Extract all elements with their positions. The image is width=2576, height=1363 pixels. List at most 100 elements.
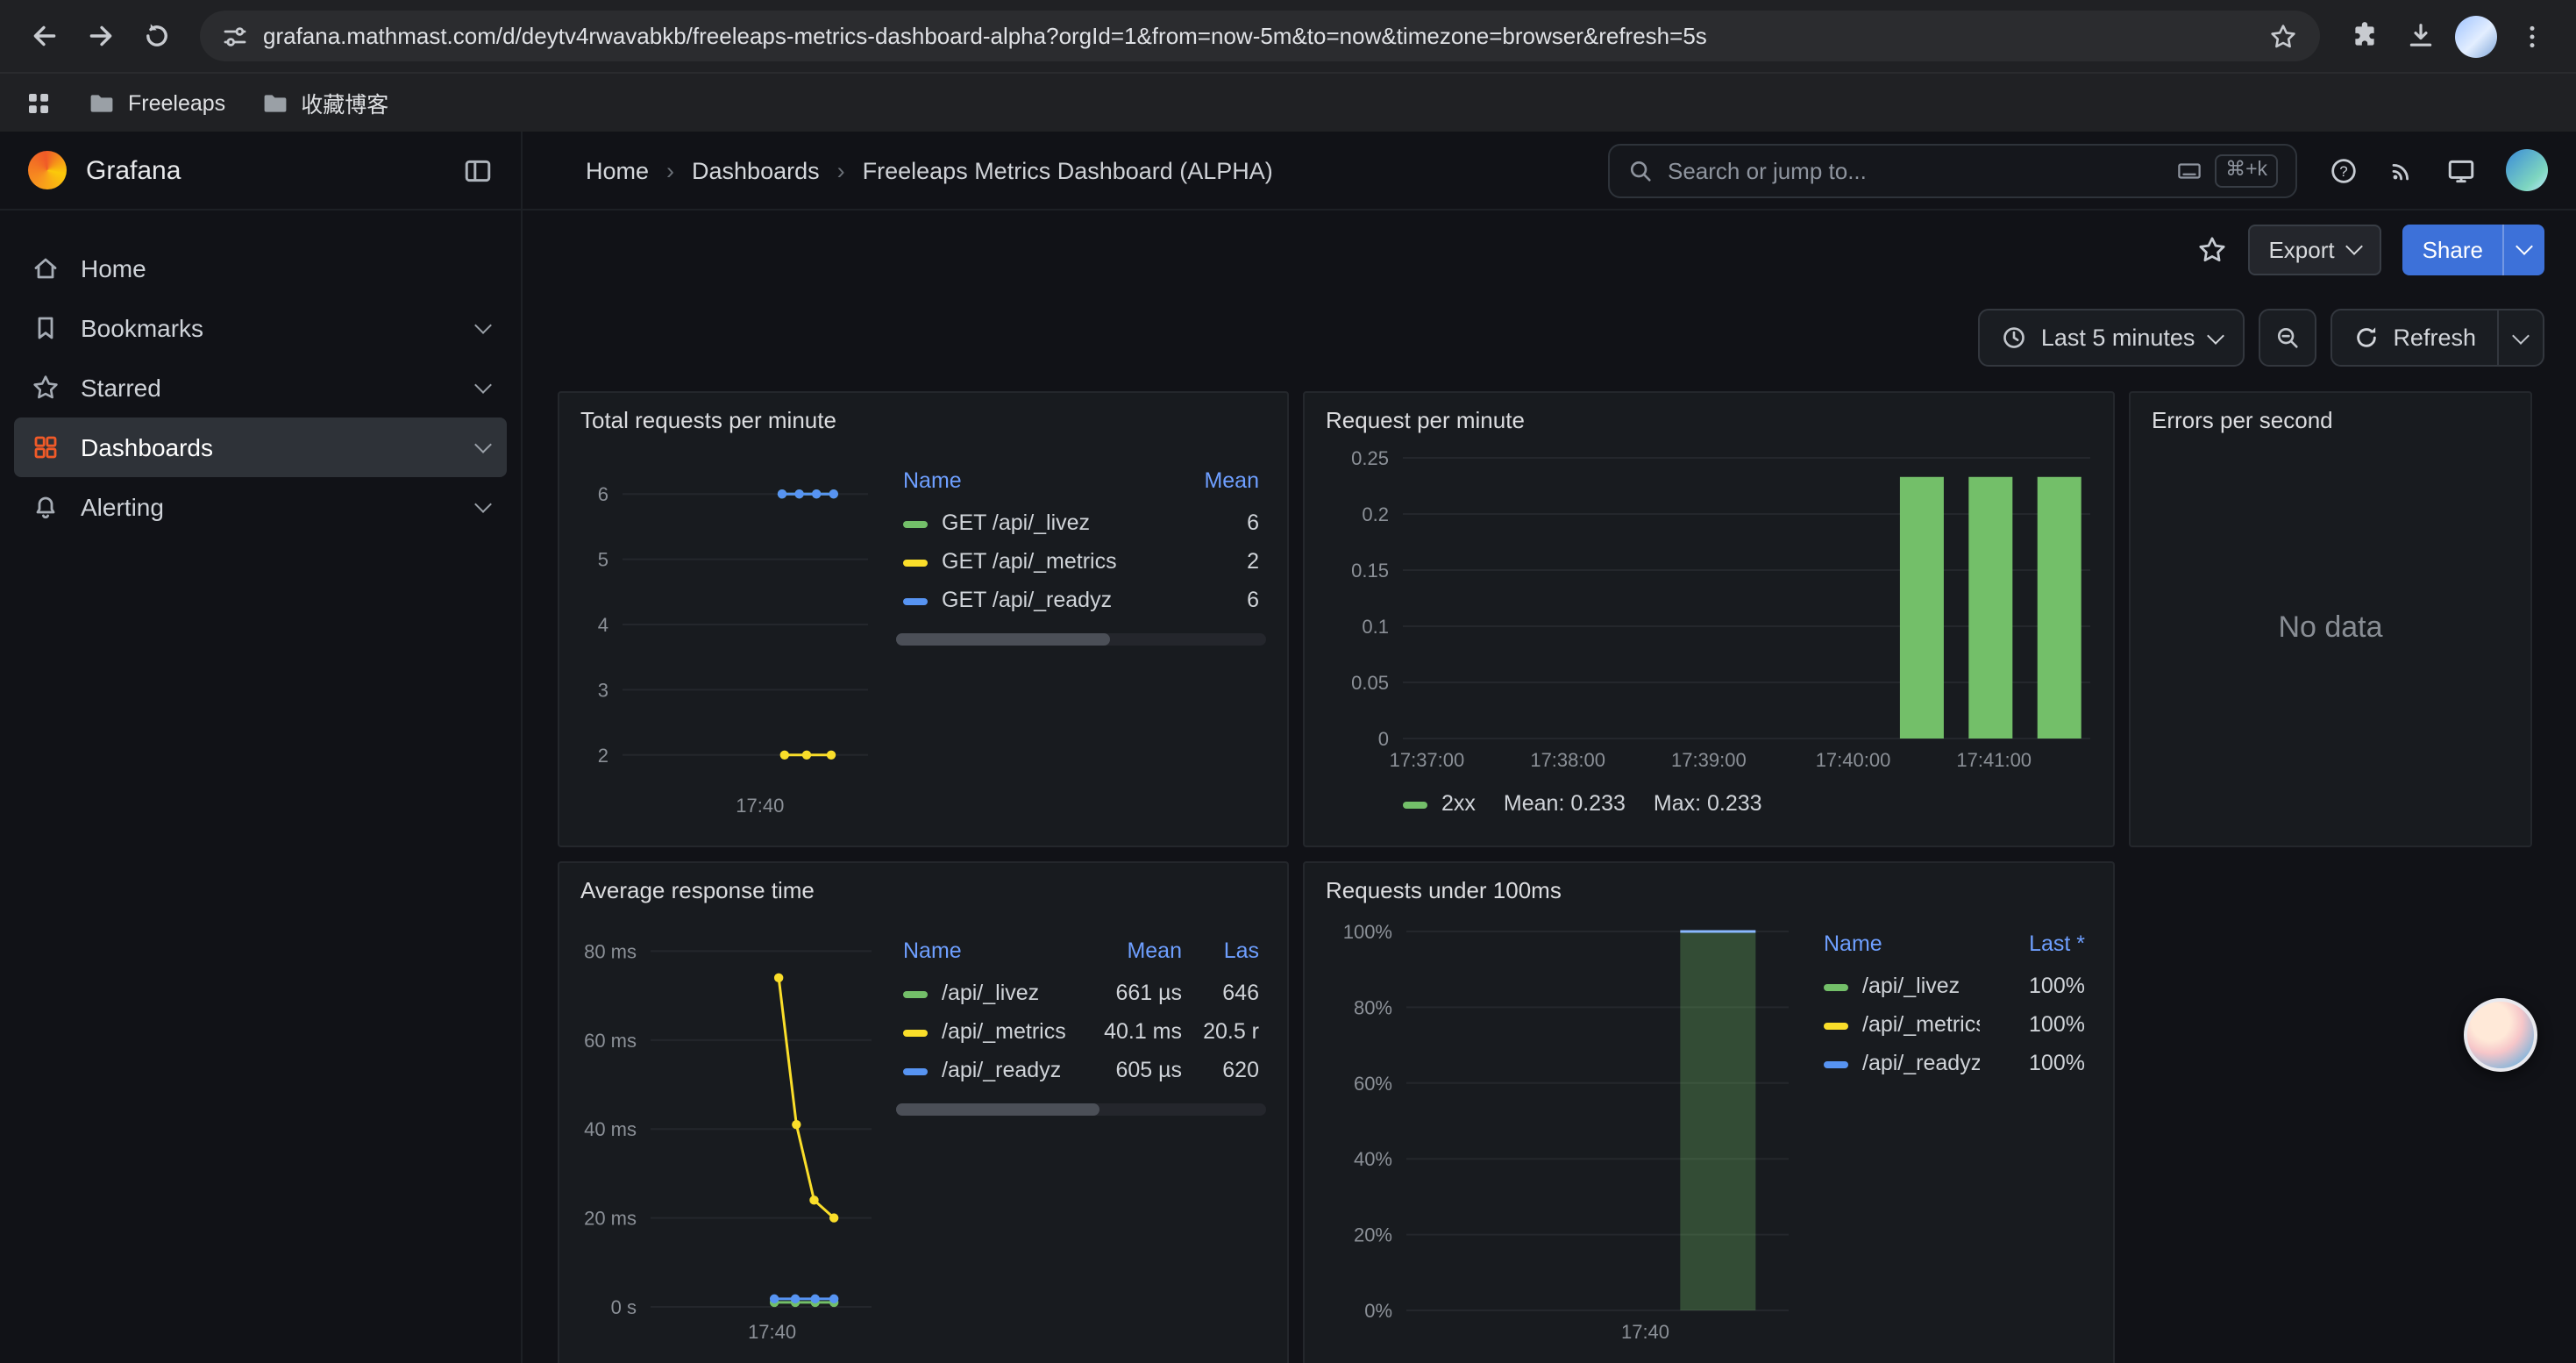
- svg-text:17:41:00: 17:41:00: [1956, 749, 2032, 771]
- legend-value: 2: [1154, 542, 1266, 581]
- bookmark-folder-blogs[interactable]: 收藏博客: [260, 86, 388, 119]
- panel-title[interactable]: Errors per second: [2152, 407, 2509, 433]
- kiosk-monitor-icon[interactable]: [2446, 155, 2476, 185]
- sidebar-item-bookmarks[interactable]: Bookmarks: [14, 298, 507, 358]
- favorite-star-icon[interactable]: [2196, 234, 2226, 264]
- panel-title[interactable]: Request per minute: [1326, 407, 2092, 433]
- legend-header[interactable]: Last *: [1980, 928, 2092, 967]
- browser-profile-avatar[interactable]: [2455, 15, 2497, 57]
- series-name[interactable]: 2xx: [1441, 791, 1476, 816]
- extensions-icon[interactable]: [2338, 10, 2390, 62]
- scrollbar-thumb[interactable]: [896, 1103, 1099, 1116]
- chevron-down-icon: [2516, 238, 2533, 255]
- chevron-down-icon[interactable]: [474, 495, 492, 512]
- legend-header[interactable]: Name: [1817, 928, 1980, 967]
- chevron-down-icon[interactable]: [474, 316, 492, 333]
- bookmark-folder-freeleaps[interactable]: Freeleaps: [88, 89, 225, 117]
- svg-text:17:37:00: 17:37:00: [1390, 749, 1465, 771]
- back-button[interactable]: [18, 10, 70, 62]
- legend-header[interactable]: Name: [896, 935, 1073, 974]
- svg-text:0%: 0%: [1364, 1300, 1392, 1322]
- sidebar-item-home[interactable]: Home: [14, 239, 507, 298]
- panel-title[interactable]: Total requests per minute: [580, 407, 1266, 433]
- export-button[interactable]: Export: [2247, 224, 2381, 275]
- search-shortcut: ⌘+k: [2176, 153, 2278, 187]
- legend-value: 100%: [1980, 1044, 2092, 1082]
- site-info-icon[interactable]: [221, 22, 249, 50]
- sidebar-header: Grafana: [0, 132, 521, 211]
- legend-header[interactable]: Mean: [1073, 935, 1189, 974]
- legend-value: 646: [1189, 974, 1266, 1012]
- browser-menu-icon[interactable]: [2506, 10, 2558, 62]
- grafana-logo[interactable]: [28, 151, 67, 189]
- chevron-down-icon[interactable]: [474, 435, 492, 453]
- series-name[interactable]: /api/_livez: [896, 974, 1073, 1012]
- legend-header[interactable]: Las: [1189, 935, 1266, 974]
- series-name[interactable]: /api/_readyz: [1817, 1044, 1980, 1082]
- news-rss-icon[interactable]: [2388, 156, 2416, 184]
- folder-icon: [260, 89, 288, 117]
- legend-header[interactable]: Mean: [1154, 465, 1266, 503]
- legend-value: 6: [1154, 503, 1266, 542]
- legend-mean: Mean: 0.233: [1504, 791, 1626, 816]
- requests-under-100ms-chart[interactable]: 0%20%40%60%80%100%17:40: [1326, 914, 1803, 1359]
- legend-table-container: NameMeanLas/api/_livez661 µs646/api/_met…: [896, 935, 1266, 1089]
- legend-header[interactable]: Name: [896, 465, 1154, 503]
- series-name[interactable]: /api/_readyz: [896, 1051, 1073, 1089]
- total-requests-chart[interactable]: 2345617:40: [580, 444, 882, 823]
- main-area: Home › Dashboards › Freeleaps Metrics Da…: [523, 132, 2576, 1363]
- help-icon[interactable]: ?: [2329, 155, 2359, 185]
- refresh-button[interactable]: Refresh: [2331, 310, 2497, 365]
- sidebar: Grafana Home Bookmarks Starred: [0, 132, 523, 1363]
- legend-scrollbar[interactable]: [896, 633, 1266, 646]
- breadcrumb-home[interactable]: Home: [586, 157, 649, 183]
- panel-title[interactable]: Average response time: [580, 877, 1266, 903]
- series-name[interactable]: /api/_metrics: [1817, 1005, 1980, 1044]
- search-input[interactable]: Search or jump to... ⌘+k: [1608, 143, 2297, 197]
- series-name[interactable]: /api/_metrics: [896, 1012, 1073, 1051]
- breadcrumb-dashboards[interactable]: Dashboards: [692, 157, 820, 183]
- legend-value: 40.1 ms: [1073, 1012, 1189, 1051]
- series-name[interactable]: GET /api/_metrics: [896, 542, 1154, 581]
- downloads-icon[interactable]: [2394, 10, 2446, 62]
- search-icon: [1627, 157, 1654, 183]
- time-range-picker[interactable]: Last 5 minutes: [1978, 309, 2245, 367]
- sidebar-item-dashboards[interactable]: Dashboards: [14, 417, 507, 477]
- bookmark-star-icon[interactable]: [2257, 10, 2309, 62]
- bookmark-label: Freeleaps: [128, 90, 225, 115]
- svg-text:40%: 40%: [1354, 1148, 1392, 1170]
- refresh-interval-button[interactable]: [2497, 310, 2543, 365]
- series-name[interactable]: GET /api/_livez: [896, 503, 1154, 542]
- series-color-swatch: [903, 1067, 928, 1074]
- user-avatar[interactable]: [2506, 149, 2548, 191]
- series-color-swatch: [903, 520, 928, 527]
- scrollbar-thumb[interactable]: [896, 633, 1111, 646]
- sidebar-item-alerting[interactable]: Alerting: [14, 477, 507, 537]
- chevron-down-icon[interactable]: [474, 375, 492, 393]
- no-data-message: No data: [2278, 610, 2382, 646]
- sidebar-item-starred[interactable]: Starred: [14, 358, 507, 417]
- forward-button[interactable]: [74, 10, 126, 62]
- series-name[interactable]: /api/_livez: [1817, 967, 1980, 1005]
- floating-avatar[interactable]: [2464, 998, 2537, 1072]
- url-bar[interactable]: grafana.mathmast.com/d/deytv4rwavabkb/fr…: [200, 11, 2320, 61]
- series-color-swatch: [1824, 1022, 1848, 1029]
- reload-button[interactable]: [130, 10, 182, 62]
- panel-title[interactable]: Requests under 100ms: [1326, 877, 2092, 903]
- reload-icon: [141, 21, 171, 51]
- apps-grid-icon[interactable]: [25, 89, 53, 117]
- arrow-left-icon: [29, 21, 59, 51]
- series-name[interactable]: GET /api/_readyz: [896, 581, 1154, 619]
- legend-value: 605 µs: [1073, 1051, 1189, 1089]
- refresh-control: Refresh: [2330, 309, 2544, 367]
- brand-title: Grafana: [86, 155, 181, 185]
- share-button[interactable]: Share: [2403, 224, 2544, 275]
- average-response-time-chart[interactable]: 0 s20 ms40 ms60 ms80 ms17:40: [580, 914, 882, 1359]
- zoom-out-button[interactable]: [2258, 309, 2316, 367]
- share-menu-button[interactable]: [2502, 224, 2544, 275]
- legend-row: GET /api/_readyz6: [896, 581, 1266, 619]
- legend-scrollbar[interactable]: [896, 1103, 1266, 1116]
- time-range-label: Last 5 minutes: [2041, 325, 2195, 351]
- sidebar-toggle-icon[interactable]: [463, 155, 493, 185]
- request-per-minute-chart[interactable]: 00.050.10.150.20.2517:37:0017:38:0017:39…: [1326, 444, 2101, 784]
